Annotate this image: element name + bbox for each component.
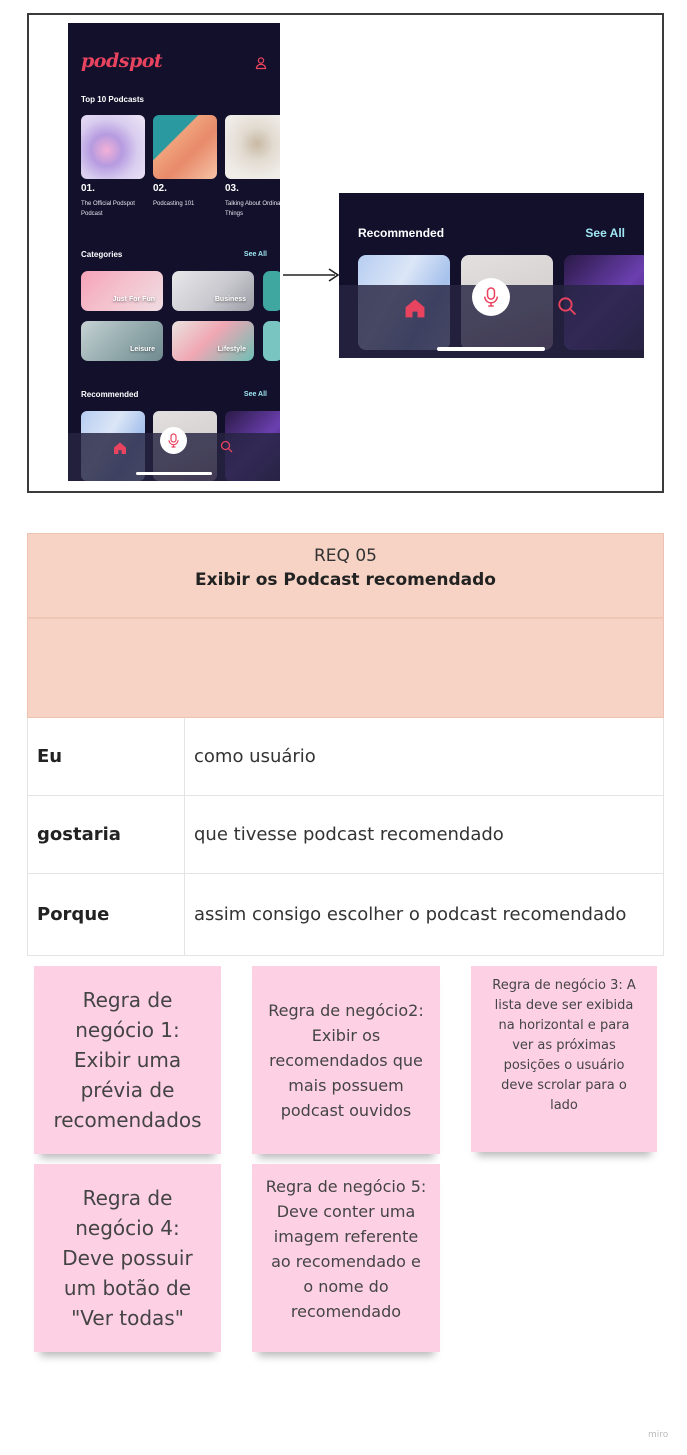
mic-button[interactable] (160, 427, 187, 454)
podcast-rank: 03. (225, 183, 239, 194)
category-label: Just For Fun (112, 296, 155, 303)
podcast-name: Talking About Ordinary Things (225, 201, 280, 217)
requirement-id: REQ 05 (314, 546, 377, 566)
category-card[interactable]: Leisure (81, 321, 163, 361)
category-card[interactable]: Just For Fun (81, 271, 163, 311)
user-icon[interactable] (254, 56, 268, 70)
mic-icon (168, 433, 179, 448)
podcast-rank: 02. (153, 183, 167, 194)
categories-title: Categories (81, 250, 123, 259)
miro-watermark: miro (648, 1430, 669, 1440)
home-icon[interactable] (113, 441, 127, 455)
home-icon[interactable] (404, 297, 426, 319)
category-card[interactable]: Lifestyle (172, 321, 254, 361)
top10-title: Top 10 Podcasts (81, 95, 144, 104)
row-value: assim consigo escolher o podcast recomen… (194, 904, 627, 925)
requirement-card: REQ 05 Exibir os Podcast recomendado Eu … (27, 533, 664, 956)
zoom-see-all-link[interactable]: See All (585, 226, 625, 240)
zoom-recommended-title: Recommended (358, 226, 445, 240)
sticky-note-rule-1[interactable]: Regra de negócio 1: Exibir uma prévia de… (34, 966, 221, 1154)
requirement-blank-area (27, 618, 664, 718)
phone-screen: podspot Top 10 Podcasts 01. 02. 03. The … (68, 23, 280, 481)
app-logo: podspot (81, 50, 163, 72)
table-row: Porque assim consigo escolher o podcast … (27, 874, 664, 956)
note-text: Regra de negócio 3: A lista deve ser exi… (492, 978, 636, 1113)
note-text: Regra de negócio 5: Deve conter uma imag… (265, 1177, 427, 1321)
search-icon[interactable] (557, 296, 577, 316)
sticky-note-rule-4[interactable]: Regra de negócio 4: Deve possuir um botã… (34, 1164, 221, 1352)
row-value: que tivesse podcast recomendado (194, 824, 504, 845)
podcast-cover-3[interactable] (225, 115, 280, 179)
podcast-name: The Official Podspot Podcast (81, 201, 135, 217)
mockup-frame: podspot Top 10 Podcasts 01. 02. 03. The … (27, 13, 664, 493)
row-key: gostaria (28, 796, 185, 873)
category-label: Lifestyle (217, 346, 246, 353)
podcast-cover-1[interactable] (81, 115, 145, 179)
note-text: Regra de negócio 4: Deve possuir um botã… (62, 1186, 193, 1330)
category-card-partial[interactable] (263, 271, 280, 311)
podcast-name: Podcasting 101 (153, 201, 195, 207)
podcast-cover-2[interactable] (153, 115, 217, 179)
podcast-rank: 01. (81, 183, 95, 194)
category-label: Business (214, 296, 246, 303)
sticky-note-rule-3[interactable]: Regra de negócio 3: A lista deve ser exi… (471, 966, 657, 1152)
category-card[interactable]: Business (172, 271, 254, 311)
row-value: como usuário (194, 746, 316, 767)
categories-see-all-link[interactable]: See All (244, 251, 267, 258)
table-row: gostaria que tivesse podcast recomendado (27, 796, 664, 874)
mic-icon (484, 287, 498, 307)
note-text: Regra de negócio2: Exibir os recomendado… (268, 1000, 424, 1120)
row-key: Porque (28, 874, 185, 955)
recommended-title: Recommended (81, 390, 139, 399)
table-row: Eu como usuário (27, 718, 664, 796)
mic-button[interactable] (472, 278, 510, 316)
sticky-note-rule-5[interactable]: Regra de negócio 5: Deve conter uma imag… (252, 1164, 440, 1352)
recommended-zoom-panel: Recommended See All (339, 193, 644, 358)
arrow-icon (283, 268, 340, 282)
category-card-partial[interactable] (263, 321, 280, 361)
sticky-note-rule-2[interactable]: Regra de negócio2: Exibir os recomendado… (252, 966, 440, 1154)
home-indicator (437, 347, 545, 351)
row-key: Eu (28, 718, 185, 795)
requirement-title: Exibir os Podcast recomendado (195, 570, 496, 590)
note-text: Regra de negócio 1: Exibir uma prévia de… (53, 988, 202, 1132)
recommended-see-all-link[interactable]: See All (244, 391, 267, 398)
category-label: Leisure (130, 346, 155, 353)
search-icon[interactable] (220, 440, 233, 453)
requirement-header: REQ 05 Exibir os Podcast recomendado (27, 533, 664, 618)
home-indicator (136, 472, 212, 475)
